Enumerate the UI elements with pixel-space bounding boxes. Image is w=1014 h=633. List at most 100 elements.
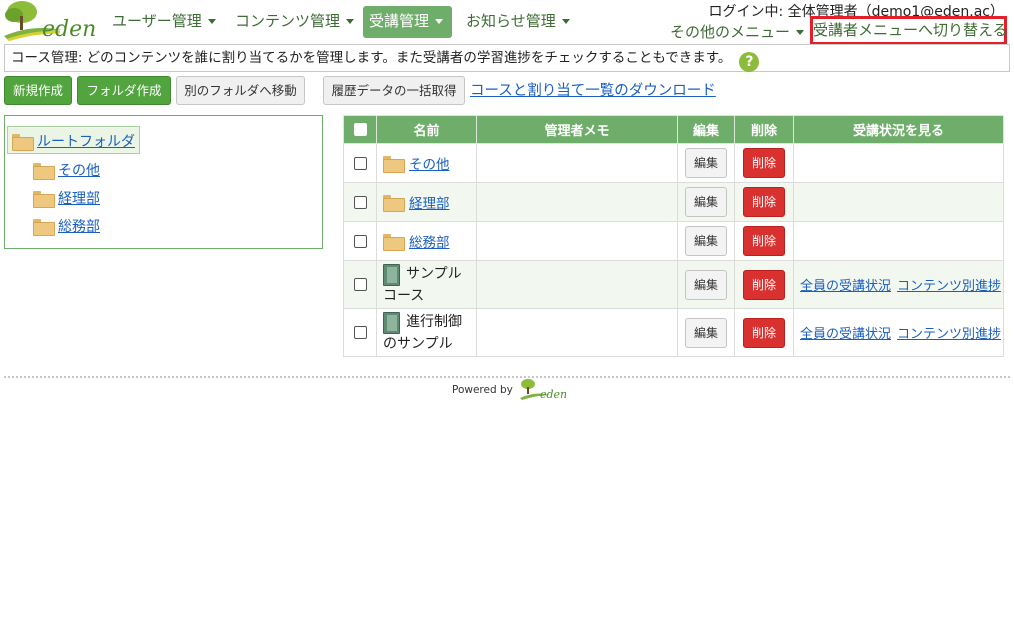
nav-label: コンテンツ管理 — [235, 12, 341, 30]
header-name: 名前 — [376, 115, 477, 144]
status-cell — [793, 143, 1004, 183]
delete-button[interactable]: 削除 — [742, 148, 785, 178]
powered-by-text: Powered by — [452, 384, 513, 396]
edit-button[interactable]: 編集 — [684, 269, 727, 300]
nav-notice-management[interactable]: お知らせ管理 — [460, 6, 576, 38]
course-name-line1: 進行制御 — [406, 313, 462, 330]
select-all-header[interactable] — [343, 115, 377, 144]
course-table: 名前 管理者メモ 編集 削除 受講状況を見る その他 編集 削除 経理部 編集 … — [343, 115, 1004, 357]
select-all-checkbox[interactable] — [353, 123, 367, 136]
folder-icon — [33, 218, 55, 236]
new-button[interactable]: 新規作成 — [4, 76, 72, 105]
download-link[interactable]: コースと割り当て一覧のダウンロード — [470, 79, 716, 100]
name-cell: 経理部 — [376, 182, 477, 222]
folder-link[interactable]: 総務部 — [409, 235, 450, 251]
content-progress-link[interactable]: コンテンツ別進捗 — [897, 327, 1001, 342]
history-data-button[interactable]: 履歴データの一括取得 — [323, 76, 465, 105]
name-cell: その他 — [376, 143, 477, 183]
row-checkbox-cell[interactable] — [343, 308, 377, 357]
tree-item-accounting[interactable]: 経理部 — [33, 188, 100, 208]
course-name-line1: サンプル — [406, 265, 462, 282]
course-name: サンプル — [406, 264, 462, 284]
name-cell: 総務部 — [376, 221, 477, 261]
memo-cell — [476, 182, 678, 222]
delete-button[interactable]: 削除 — [742, 317, 785, 348]
header-delete: 削除 — [734, 115, 794, 144]
edit-cell: 編集 — [677, 260, 735, 309]
row-checkbox[interactable] — [353, 234, 367, 248]
table-row: サンプル コース 編集 削除 全員の受講状況 コンテンツ別進捗 — [343, 260, 1004, 309]
edit-button[interactable]: 編集 — [684, 317, 727, 348]
course-name-line2: コース — [383, 287, 425, 304]
memo-cell — [476, 143, 678, 183]
row-checkbox-cell[interactable] — [343, 260, 377, 309]
tree-item-label[interactable]: 経理部 — [58, 191, 100, 207]
edit-cell: 編集 — [677, 182, 735, 222]
create-folder-button[interactable]: フォルダ作成 — [77, 76, 171, 105]
tree-root-label[interactable]: ルートフォルダ — [37, 134, 135, 150]
all-learners-status-link[interactable]: 全員の受講状況 — [800, 327, 891, 342]
nav-user-management[interactable]: ユーザー管理 — [106, 6, 222, 38]
name-cell: サンプル コース — [376, 260, 477, 309]
row-checkbox[interactable] — [353, 195, 367, 209]
row-checkbox[interactable] — [353, 278, 367, 291]
table-row: その他 編集 削除 — [343, 143, 1004, 183]
memo-cell — [476, 221, 678, 261]
move-folder-button[interactable]: 別のフォルダへ移動 — [176, 76, 305, 105]
edit-cell: 編集 — [677, 221, 735, 261]
all-learners-status-link[interactable]: 全員の受講状況 — [800, 279, 891, 294]
folder-icon — [383, 155, 405, 173]
help-icon[interactable]: ? — [739, 52, 760, 72]
row-checkbox-cell[interactable] — [343, 143, 377, 183]
delete-button[interactable]: 削除 — [742, 269, 785, 300]
folder-icon — [33, 162, 55, 180]
folder-icon — [12, 133, 34, 151]
row-checkbox[interactable] — [353, 326, 367, 339]
course-name-wrap: 進行制御 — [383, 311, 476, 334]
tree-item-other[interactable]: その他 — [33, 160, 100, 180]
delete-cell: 削除 — [734, 221, 794, 261]
content-progress-link[interactable]: コンテンツ別進捗 — [897, 279, 1001, 294]
eden-logo[interactable]: eden — [2, 0, 98, 42]
edit-button[interactable]: 編集 — [684, 226, 727, 256]
delete-button[interactable]: 削除 — [742, 226, 785, 256]
course-name-line2: のサンプル — [383, 335, 453, 352]
folder-tree: ルートフォルダ その他 経理部 総務部 — [4, 115, 323, 249]
caret-down-icon — [346, 19, 355, 24]
edit-button[interactable]: 編集 — [684, 187, 727, 217]
caret-down-icon — [207, 19, 216, 24]
edit-button[interactable]: 編集 — [684, 148, 727, 178]
tree-root-folder[interactable]: ルートフォルダ — [7, 126, 140, 154]
row-checkbox-cell[interactable] — [343, 182, 377, 222]
course-book-icon — [383, 311, 400, 334]
nav-course-management[interactable]: 受講管理 — [363, 6, 452, 38]
folder-link[interactable]: 経理部 — [409, 196, 450, 212]
status-cell — [793, 221, 1004, 261]
footer-eden-logo: eden — [520, 379, 567, 401]
folder-icon — [383, 233, 405, 251]
switch-to-learner-menu-link[interactable]: 受講者メニューへ切り替える — [810, 16, 1008, 45]
table-row: 進行制御 のサンプル 編集 削除 全員の受講状況 コンテンツ別進捗 — [343, 308, 1004, 357]
nav-label: お知らせ管理 — [466, 12, 556, 30]
row-checkbox[interactable] — [353, 156, 367, 170]
tree-item-label[interactable]: 総務部 — [58, 219, 100, 235]
folder-link[interactable]: その他 — [409, 157, 450, 173]
nav-label: ユーザー管理 — [112, 12, 202, 30]
tree-item-label[interactable]: その他 — [58, 163, 100, 179]
delete-cell: 削除 — [734, 260, 794, 309]
info-text: コース管理: どのコンテンツを誰に割り当てるかを管理します。また受講者の学習進捗… — [11, 50, 732, 66]
header-memo: 管理者メモ — [476, 115, 678, 144]
nav-content-management[interactable]: コンテンツ管理 — [229, 6, 360, 38]
header-edit: 編集 — [677, 115, 735, 144]
folder-icon — [383, 194, 405, 212]
memo-cell — [476, 260, 678, 309]
nav-label: その他のメニュー — [670, 23, 791, 41]
course-book-icon — [383, 263, 400, 286]
caret-down-icon — [561, 19, 570, 24]
footer-powered-by: Powered by eden — [452, 378, 567, 402]
edit-cell: 編集 — [677, 143, 735, 183]
row-checkbox-cell[interactable] — [343, 221, 377, 261]
delete-button[interactable]: 削除 — [742, 187, 785, 217]
tree-item-general-affairs[interactable]: 総務部 — [33, 216, 100, 236]
edit-cell: 編集 — [677, 308, 735, 357]
